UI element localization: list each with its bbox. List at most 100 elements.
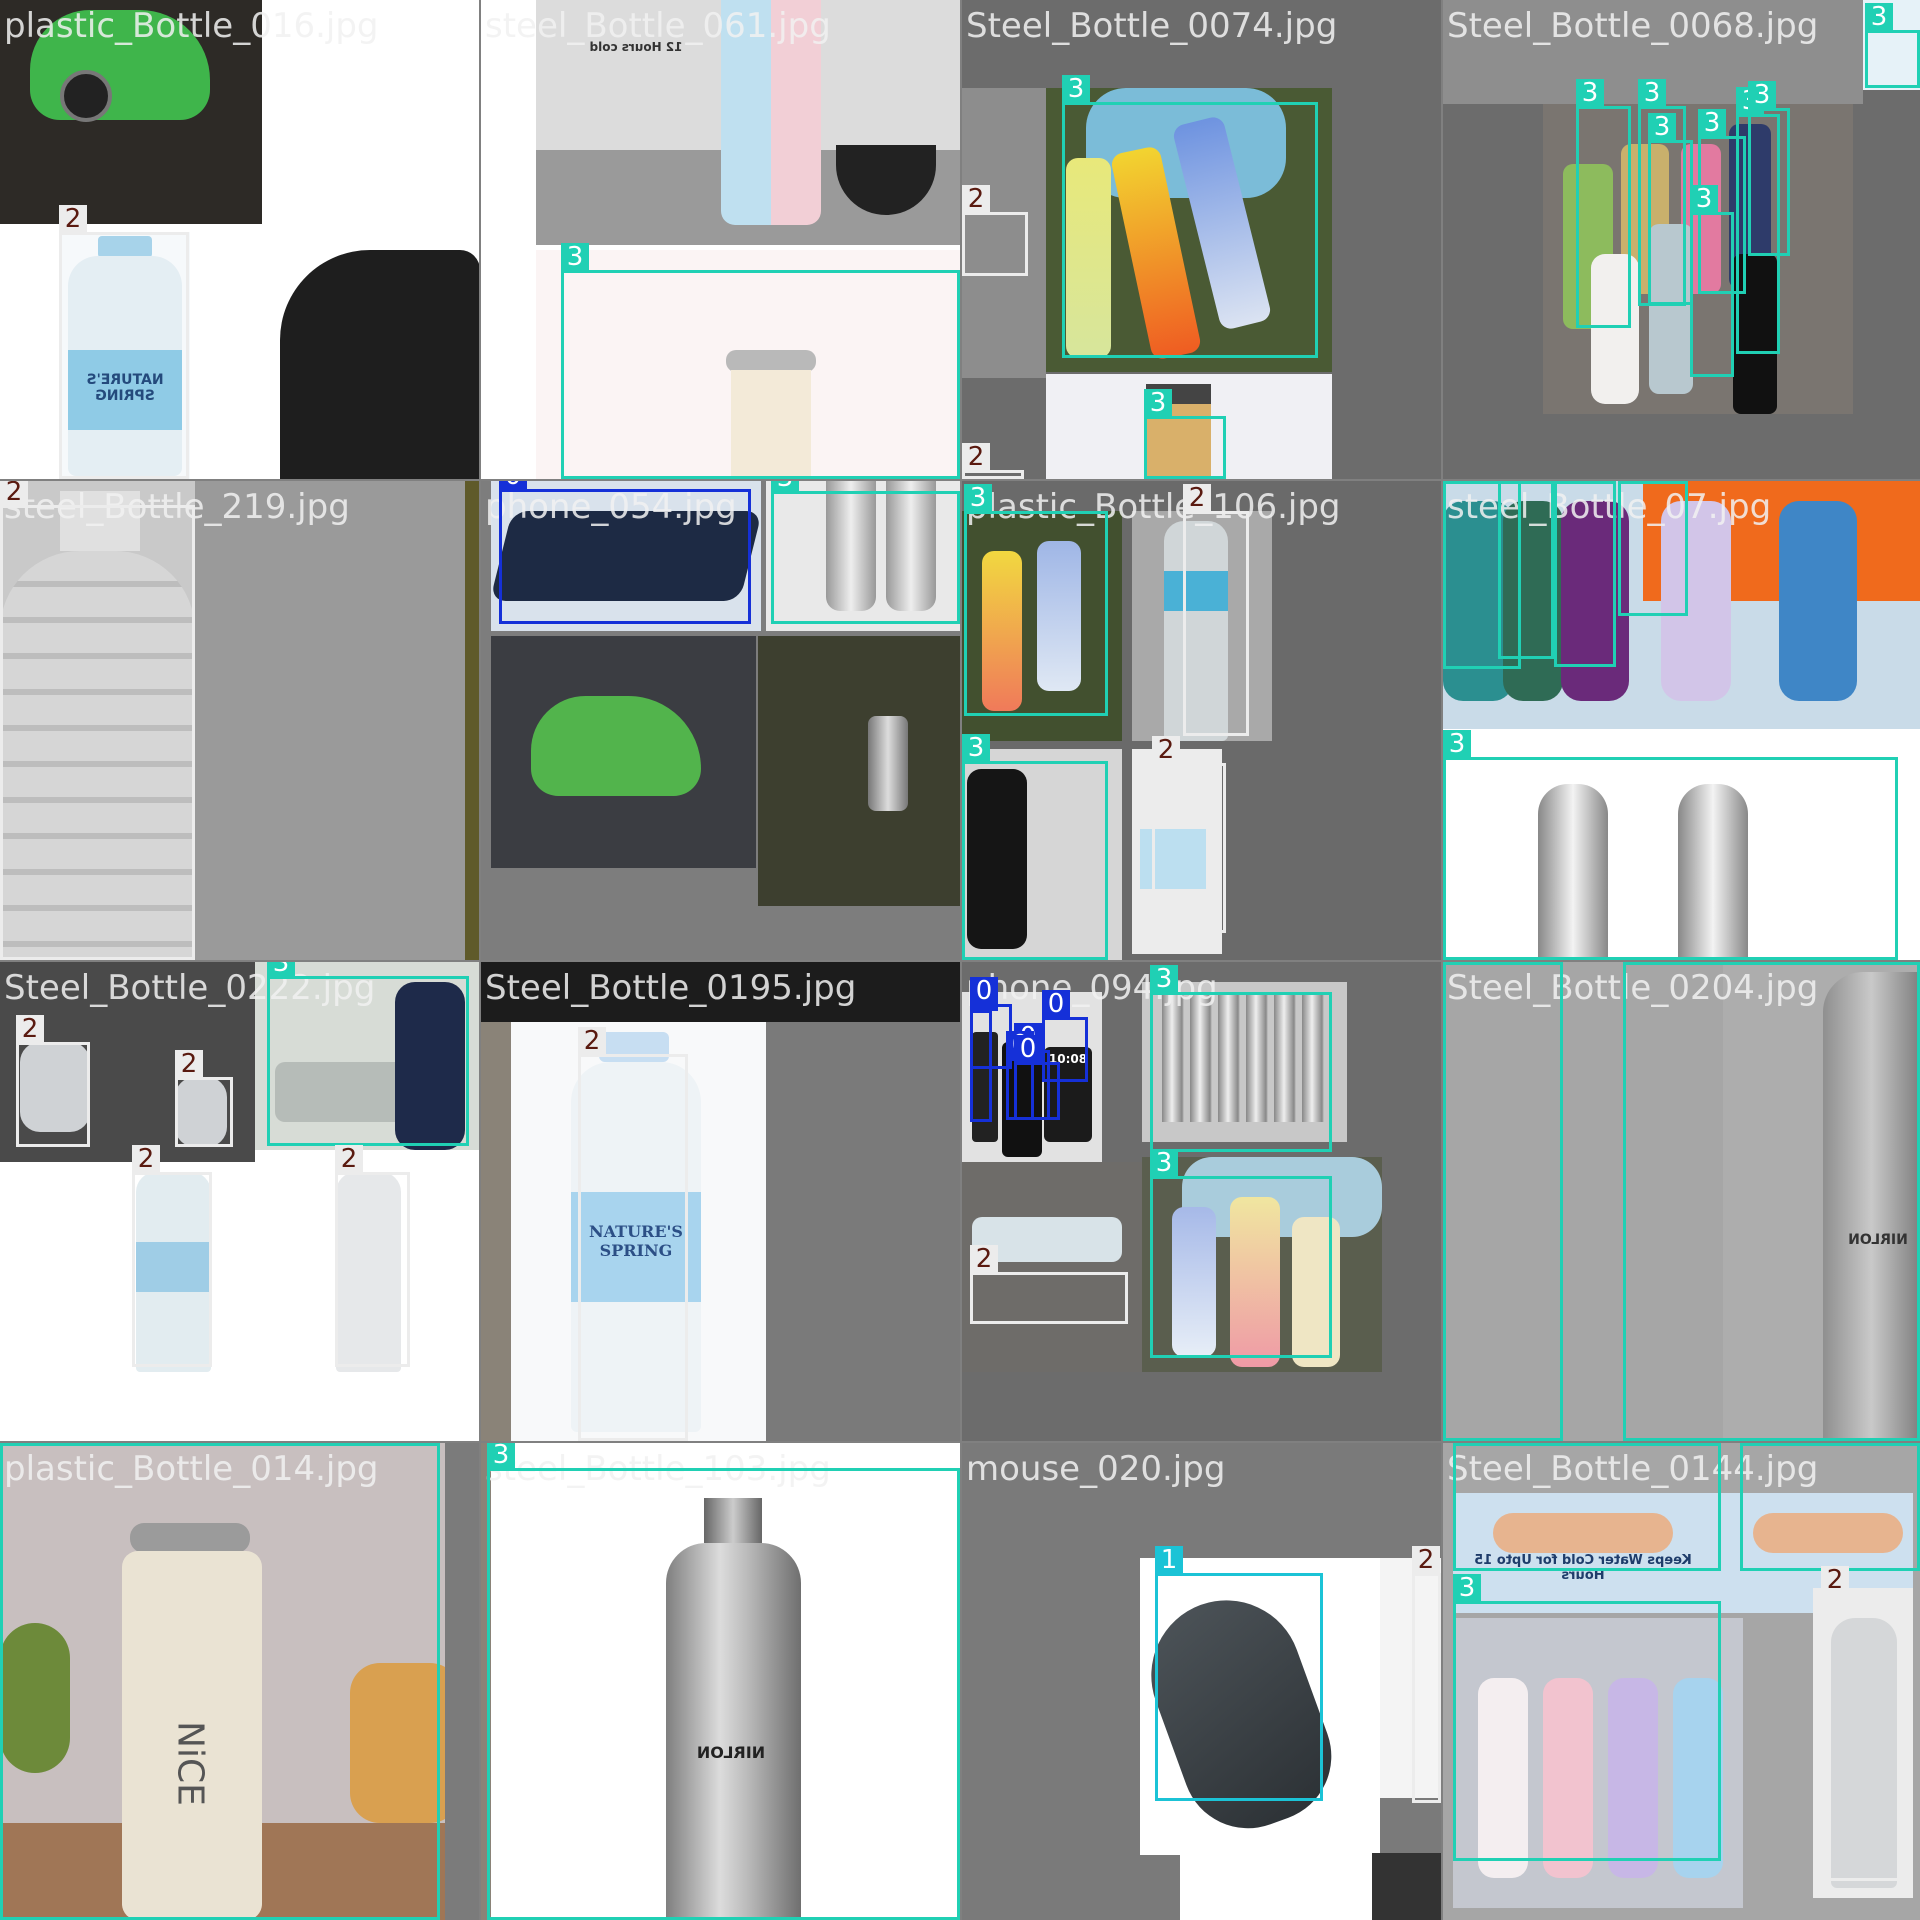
bbox-class-2: 2 [1183,484,1249,736]
bbox-class-3: 3 [0,1443,440,1920]
bbox-tag: 3 [1443,730,1471,758]
bbox-class-3: 3 [1453,1574,1721,1861]
mosaic-grid: NATURE'S SPRING plastic_Bottle_016.jpg 2… [0,0,1920,1920]
car-wheel [60,70,112,122]
tile-6: plastic_Bottle_106.jpg 3 2 3 2 [962,481,1441,960]
bbox-tag: 0 [499,481,527,490]
tile-15: Keeps Water Cold for Upto 15 Hours Steel… [1443,1443,1920,1920]
tile-8: Steel_Bottle_0222.jpg 3 2 2 2 2 [0,962,479,1441]
tile-14: mouse_020.jpg 1 2 [962,1443,1441,1920]
bbox-tag: 2 [335,1145,363,1173]
tile-1: 12 Hours cold steel_Bottle_061.jpg 3 [481,0,960,479]
bbox-class-2: 2 [962,443,1024,479]
bbox-tag: 3 [1150,1149,1178,1177]
bbox-tag: 3 [1062,75,1090,103]
tile-filename: Steel_Bottle_0074.jpg [966,6,1338,46]
bbox-class-3: 3 [1554,481,1616,667]
bbox-class-3: 3 [964,484,1108,716]
bbox-tag: 3 [487,1443,515,1469]
bbox-class-3: 3 [1150,1149,1332,1358]
bbox-class-3: 3 [1690,185,1734,377]
bbox-class-3: 3 [1150,965,1332,1152]
bbox-class-3: 3 [487,1443,960,1920]
bbox-class-3: 3 [1748,81,1790,256]
bbox-class-2: 2 [1152,736,1226,933]
bbox-tag: 3 [0,1443,28,1444]
steel-bottle [868,716,908,811]
tile-3: Steel_Bottle_0068.jpg 3 3 3 3 3 3 3 3 [1443,0,1920,479]
tile-11: NIRLON Steel_Bottle_0204.jpg 3 3 [1443,962,1920,1441]
bbox-tag: 2 [1183,484,1211,512]
tile-filename: steel_Bottle_061.jpg [485,6,831,46]
bottom-white [1180,1855,1380,1920]
tile-filename: plastic_Bottle_016.jpg [4,6,379,46]
tile-7: steel_Bottle_07.jpg 3 3 3 3 3 [1443,481,1920,960]
bbox-class-3: 3 [1623,962,1920,1441]
bbox-tag: 0 [970,977,998,1005]
bbox-tag: 3 [962,734,990,762]
bbox-tag: 3 [1638,79,1666,107]
tile-13: NIRLON steel_Bottle_103.jpg 3 [481,1443,960,1920]
bbox-tag: 3 [1453,1574,1481,1602]
bbox-tag: 2 [1821,1566,1849,1594]
bbox-tag: 3 [1618,481,1646,482]
bbox-tag: 3 [771,481,799,492]
bbox-class-3: 3 [1576,79,1631,328]
bbox-class-2: 2 [132,1145,212,1367]
bbox-tag: 2 [970,1245,998,1273]
bbox-tag: 3 [1648,113,1676,141]
bbox-tag: 3 [964,484,992,512]
edge-strip [445,1443,479,1920]
bbox-class-2: 2 [1821,1566,1911,1881]
bbox-tag: 0 [1042,990,1070,1018]
bbox-class-0: 0 [499,481,751,624]
bbox-tag: 2 [1152,736,1180,764]
bbox-tag: 3 [267,962,295,977]
tile-2: Steel_Bottle_0074.jpg 3 2 3 2 [962,0,1441,479]
bbox-tag: 3 [1498,481,1526,482]
bbox-class-2: 2 [1412,1546,1441,1803]
bbox-class-0: 0 [1014,1035,1060,1120]
bbox-tag: 3 [1740,1443,1768,1444]
bbox-tag: 3 [1865,3,1893,31]
bbox-class-3: 3 [1740,1443,1920,1571]
bbox-tag: 3 [1690,185,1718,213]
bbox-tag: 3 [1443,962,1471,963]
bbox-tag: 3 [1443,481,1471,482]
bbox-class-3: 3 [962,734,1108,960]
bottle-in-grass-photo [758,636,960,906]
bbox-class-2: 2 [578,1027,688,1441]
bbox-tag: 2 [962,185,990,213]
bbox-class-2: 2 [962,185,1028,276]
bbox-tag: 3 [1144,389,1172,417]
bbox-class-3: 3 [1443,962,1563,1441]
tile-5: phone_054.jpg 0 3 [481,481,960,960]
bbox-class-2: 2 [175,1050,233,1147]
bbox-class-1: 1 [1155,1546,1323,1801]
bbox-class-3: 3 [1648,113,1693,305]
bbox-tag: 2 [0,481,28,506]
bbox-tag: 2 [1412,1546,1440,1574]
bbox-class-2: 2 [970,1245,1128,1324]
tile-filename: Steel_Bottle_0195.jpg [485,968,857,1008]
blue-bottle [1779,501,1857,701]
bbox-tag: 3 [1150,965,1178,993]
bbox-tag: 2 [175,1050,203,1078]
bbox-tag: 3 [1453,1443,1481,1444]
bbox-class-3: 3 [1443,730,1898,960]
bbox-tag: 2 [578,1027,606,1055]
tile-9: NATURE'S SPRING Steel_Bottle_0195.jpg 2 [481,962,960,1441]
tile-filename: mouse_020.jpg [966,1449,1226,1489]
tile-12: NiCE plastic_Bottle_014.jpg 3 [0,1443,479,1920]
corner-dark [1372,1853,1441,1920]
bbox-class-3: 3 [771,481,960,624]
bbox-tag: 3 [1576,79,1604,107]
bbox-tag: 2 [59,205,87,233]
bbox-tag: 3 [1554,481,1582,482]
bbox-tag: 2 [16,1015,44,1043]
green-car-photo [491,636,756,868]
tile-filename: Steel_Bottle_0068.jpg [1447,6,1819,46]
edge-strip [465,481,479,960]
bbox-class-3: 3 [561,243,960,479]
bbox-class-3: 3 [1062,75,1318,358]
